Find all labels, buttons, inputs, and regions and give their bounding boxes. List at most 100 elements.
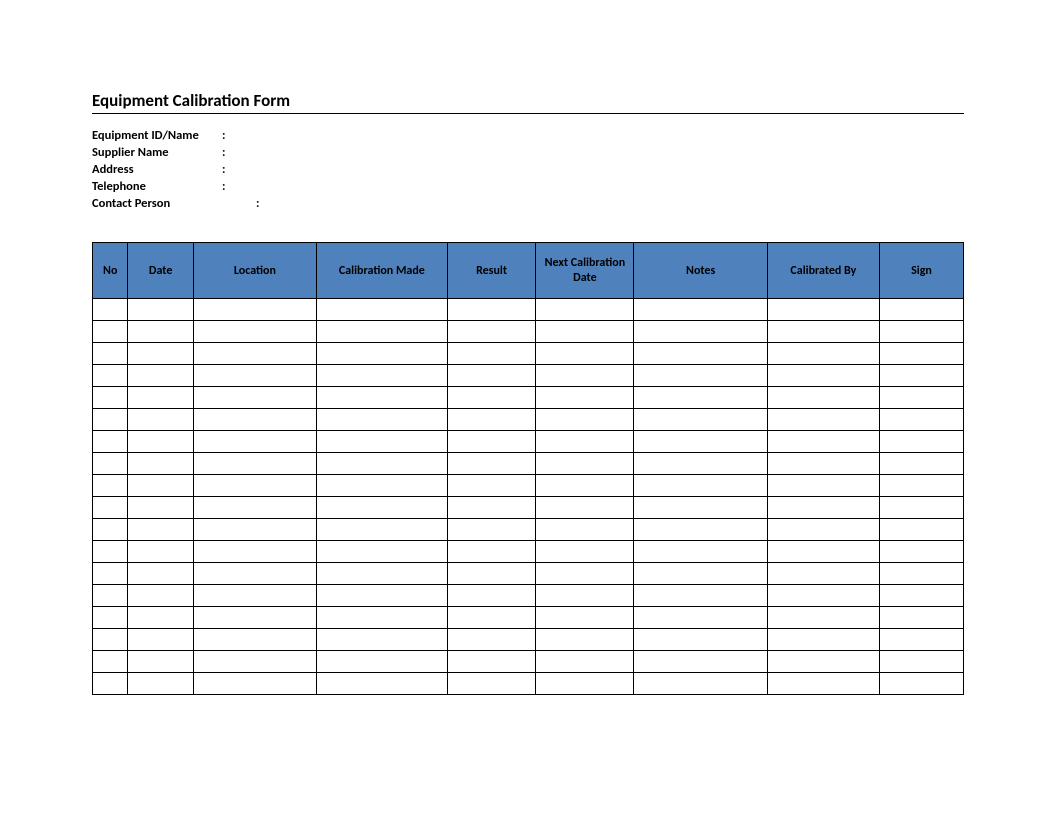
table-cell (193, 497, 316, 519)
col-date: Date (128, 243, 193, 299)
table-row (93, 497, 964, 519)
table-cell (767, 343, 879, 365)
table-cell (767, 299, 879, 321)
table-cell (447, 343, 536, 365)
table-cell (193, 629, 316, 651)
table-cell (128, 519, 193, 541)
table-cell (536, 387, 634, 409)
table-cell (767, 475, 879, 497)
table-cell (317, 453, 448, 475)
table-cell (447, 585, 536, 607)
table-cell (634, 563, 767, 585)
table-row (93, 651, 964, 673)
table-cell (879, 321, 963, 343)
table-cell (128, 365, 193, 387)
table-cell (879, 651, 963, 673)
table-row (93, 343, 964, 365)
table-cell (536, 409, 634, 431)
table-cell (317, 497, 448, 519)
table-cell (317, 431, 448, 453)
table-cell (634, 365, 767, 387)
table-cell (128, 497, 193, 519)
table-cell (128, 431, 193, 453)
table-header-row: No Date Location Calibration Made Result… (93, 243, 964, 299)
table-cell (879, 607, 963, 629)
table-cell (93, 431, 128, 453)
table-cell (93, 343, 128, 365)
table-row (93, 475, 964, 497)
meta-supplier-name: Supplier Name : (92, 145, 964, 162)
table-cell (93, 629, 128, 651)
table-cell (536, 497, 634, 519)
table-cell (634, 629, 767, 651)
col-location: Location (193, 243, 316, 299)
table-cell (536, 475, 634, 497)
table-cell (128, 299, 193, 321)
table-cell (128, 343, 193, 365)
table-cell (634, 299, 767, 321)
meta-colon: : (256, 196, 259, 213)
table-cell (128, 673, 193, 695)
table-cell (193, 585, 316, 607)
table-cell (879, 585, 963, 607)
table-cell (447, 387, 536, 409)
table-cell (447, 475, 536, 497)
table-cell (93, 365, 128, 387)
table-row (93, 563, 964, 585)
table-cell (447, 497, 536, 519)
table-row (93, 409, 964, 431)
table-cell (634, 607, 767, 629)
table-cell (536, 453, 634, 475)
table-cell (93, 453, 128, 475)
table-row (93, 541, 964, 563)
table-cell (93, 673, 128, 695)
meta-colon: : (222, 162, 225, 179)
table-cell (536, 431, 634, 453)
meta-telephone: Telephone : (92, 179, 964, 196)
table-cell (634, 387, 767, 409)
col-result: Result (447, 243, 536, 299)
table-cell (93, 497, 128, 519)
table-cell (128, 629, 193, 651)
table-cell (767, 651, 879, 673)
table-cell (536, 607, 634, 629)
table-cell (767, 387, 879, 409)
table-cell (879, 629, 963, 651)
table-cell (128, 585, 193, 607)
table-cell (317, 651, 448, 673)
table-cell (317, 563, 448, 585)
table-cell (536, 541, 634, 563)
table-cell (193, 541, 316, 563)
table-cell (447, 519, 536, 541)
table-row (93, 673, 964, 695)
table-cell (767, 607, 879, 629)
table-cell (447, 431, 536, 453)
table-cell (317, 387, 448, 409)
table-cell (93, 607, 128, 629)
table-cell (536, 629, 634, 651)
table-cell (317, 607, 448, 629)
table-cell (536, 321, 634, 343)
table-cell (634, 541, 767, 563)
col-calibrated-by: Calibrated By (767, 243, 879, 299)
table-body (93, 299, 964, 695)
table-cell (879, 431, 963, 453)
table-cell (317, 475, 448, 497)
table-cell (536, 563, 634, 585)
table-cell (447, 541, 536, 563)
table-cell (536, 299, 634, 321)
table-cell (317, 519, 448, 541)
table-cell (128, 563, 193, 585)
table-cell (879, 365, 963, 387)
meta-label: Address (92, 162, 222, 179)
col-no: No (93, 243, 128, 299)
table-cell (879, 563, 963, 585)
col-sign: Sign (879, 243, 963, 299)
meta-section: Equipment ID/Name : Supplier Name : Addr… (92, 128, 964, 212)
table-cell (879, 519, 963, 541)
table-cell (634, 519, 767, 541)
table-cell (193, 453, 316, 475)
table-cell (128, 475, 193, 497)
table-cell (536, 585, 634, 607)
meta-label: Telephone (92, 179, 222, 196)
